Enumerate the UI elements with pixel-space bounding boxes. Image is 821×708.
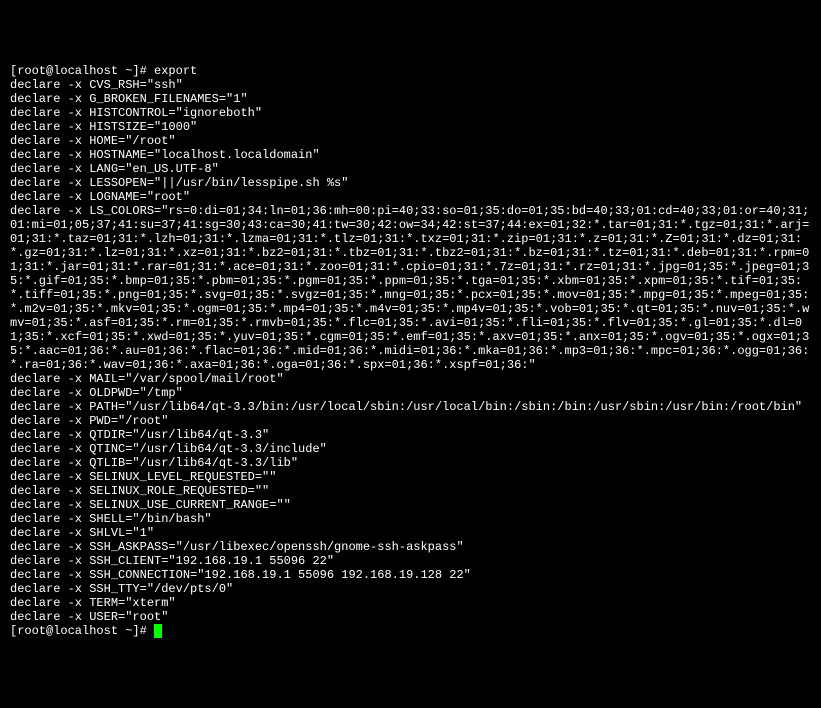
shell-prompt-end: [root@localhost ~]# bbox=[10, 624, 154, 638]
output-lines-container: declare -x CVS_RSH="ssh" declare -x G_BR… bbox=[10, 78, 811, 624]
cursor-icon bbox=[154, 624, 162, 638]
command-text: export bbox=[154, 64, 197, 78]
shell-prompt: [root@localhost ~]# bbox=[10, 64, 154, 78]
terminal-window[interactable]: [root@localhost ~]# export declare -x CV… bbox=[10, 64, 811, 638]
